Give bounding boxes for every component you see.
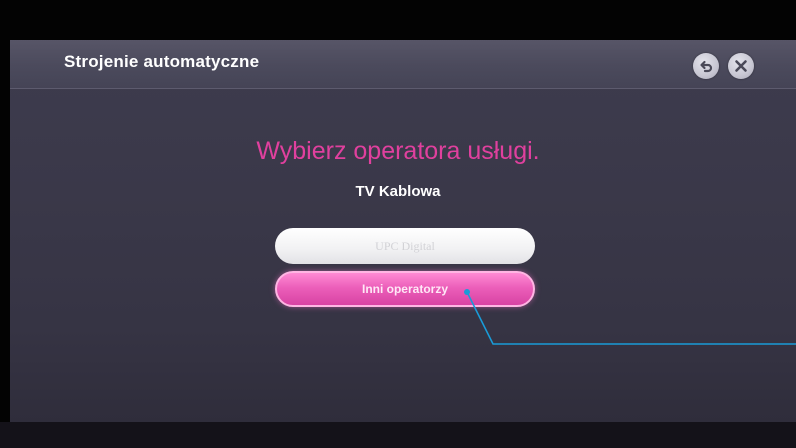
tv-screen: Strojenie automatyczne Wybierz operatora… xyxy=(0,0,796,448)
bottom-strip xyxy=(0,422,796,448)
annotation-pointer xyxy=(464,289,796,345)
